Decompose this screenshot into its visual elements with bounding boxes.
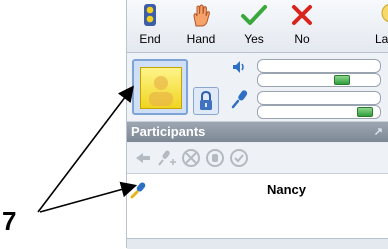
- annotation-number: 7: [2, 206, 17, 236]
- annotation-arrows: [37, 85, 138, 213]
